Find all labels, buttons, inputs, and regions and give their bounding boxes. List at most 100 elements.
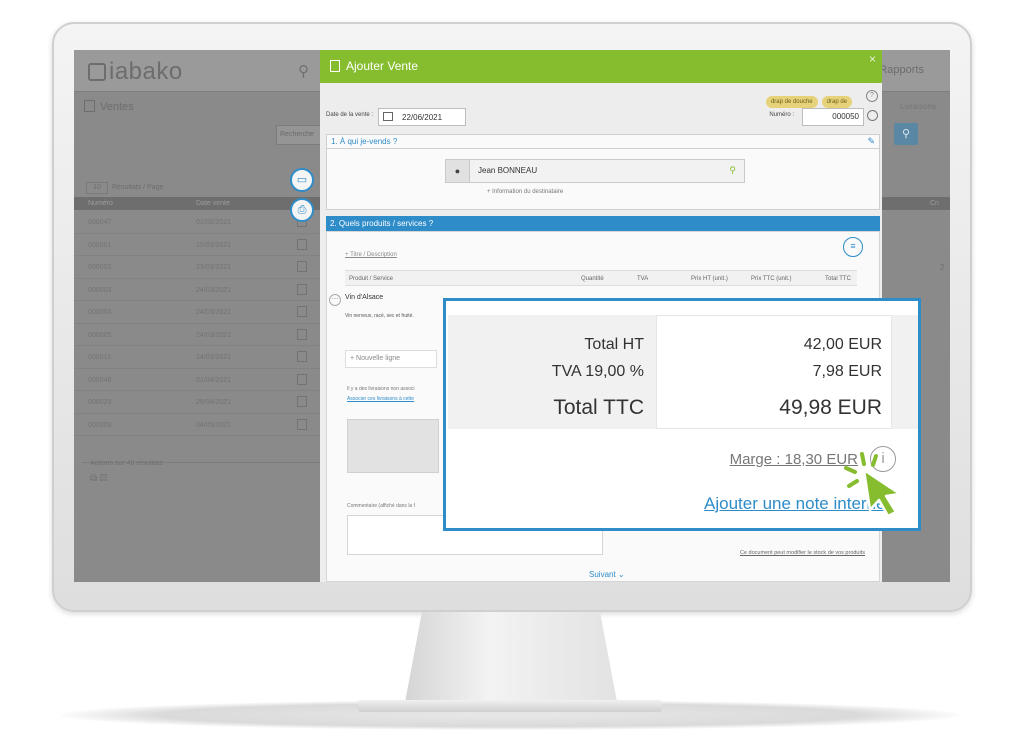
- user-icon[interactable]: ⚲: [298, 62, 309, 80]
- col-prix-ttc: Prix TTC (unit.): [751, 276, 792, 282]
- col-numero[interactable]: Numéro: [88, 200, 113, 207]
- placeholder-box: [347, 419, 439, 473]
- grid-icon[interactable]: [297, 238, 307, 250]
- results-per-page-select[interactable]: 10: [86, 182, 108, 194]
- row-number: 000047: [88, 219, 112, 226]
- tva-value: 7,98 EUR: [812, 363, 882, 380]
- row-date: 29/04/2021: [196, 399, 232, 406]
- numero-field[interactable]: 000050: [802, 108, 864, 126]
- total-ht-value: 42,00 EUR: [803, 336, 882, 353]
- menu-icon[interactable]: ≡: [843, 237, 863, 257]
- row-date: 01/04/2021: [196, 376, 232, 384]
- client-field[interactable]: ● Jean BONNEAU ⚲: [445, 159, 745, 183]
- logo[interactable]: iabako: [88, 58, 183, 86]
- modal-title: Ajouter Vente: [346, 59, 419, 73]
- info-destinataire-link[interactable]: + Information du destinataire: [487, 189, 563, 195]
- results-per-page-label: Résultats / Page: [112, 184, 164, 191]
- col-tva: TVA: [637, 276, 649, 282]
- marge-link[interactable]: Marge : 18,30 EUR: [730, 451, 858, 468]
- search-button[interactable]: ⚲: [894, 123, 918, 145]
- col-prix-ht: Prix HT (unit.): [691, 276, 728, 282]
- row-date: 24/03/2021: [196, 286, 232, 294]
- col-date[interactable]: Date vente: [196, 200, 230, 207]
- side-number: 2: [940, 263, 945, 272]
- row-options-icon[interactable]: ⋯: [329, 294, 341, 306]
- table-row[interactable]: 000048 01/04/2021: [74, 369, 324, 391]
- col-cn[interactable]: Cn: [930, 200, 939, 207]
- date-field[interactable]: 22/06/2021: [378, 108, 466, 126]
- row-number: 000029: [88, 399, 112, 406]
- pencil-icon[interactable]: ✎: [867, 136, 875, 147]
- section-client: 1. À qui je-vends ? ✎ ● Jean BONNEAU ⚲ + …: [326, 134, 880, 210]
- totals-panel: Total HT 42,00 EUR TVA 19,00 % 7,98 EUR …: [448, 315, 918, 429]
- tag[interactable]: drap de: [821, 96, 852, 108]
- logo-icon: [88, 63, 106, 81]
- table-row[interactable]: 000004 24/03/2021: [74, 301, 324, 324]
- person-icon: ●: [446, 160, 470, 182]
- monitor-base: [358, 700, 662, 712]
- logo-text: iabako: [109, 58, 183, 85]
- page-title: Ventes: [84, 100, 134, 113]
- table-row[interactable]: 000047 01/02/2021: [74, 211, 324, 234]
- row-number: 000005: [88, 331, 112, 339]
- grid-icon[interactable]: [297, 373, 307, 385]
- grid-icon[interactable]: [297, 418, 307, 430]
- livraisons-notice: Il y a des livraisons non associ Associe…: [347, 384, 415, 404]
- tab-livraisons[interactable]: Livraisons: [900, 102, 936, 111]
- table-row[interactable]: 000003 24/03/2021: [74, 279, 324, 301]
- modal-header: Ajouter Vente ×: [320, 50, 882, 83]
- grid-icon[interactable]: [297, 261, 307, 272]
- grid-icon[interactable]: [297, 328, 307, 340]
- stage: iabako ⚲ Rapports Ventes Livraisons Rech…: [0, 0, 1024, 745]
- table-row[interactable]: 000002 23/03/2021: [74, 256, 324, 279]
- table-row[interactable]: 000005 24/03/2021: [74, 324, 324, 346]
- new-line-button[interactable]: + Nouvelle ligne: [345, 350, 437, 368]
- action-icons[interactable]: ⧉ ▤: [90, 473, 163, 484]
- product-name[interactable]: Vin d'Alsace: [345, 294, 445, 301]
- row-number: 000011: [88, 354, 111, 361]
- print-icon[interactable]: ⎙: [290, 198, 314, 222]
- next-button-label: Suivant: [589, 570, 616, 579]
- chevron-down-icon: ⌄: [617, 570, 625, 579]
- menu-rapports[interactable]: Rapports: [879, 64, 924, 76]
- row-date: 23/03/2021: [196, 264, 232, 271]
- col-produit: Produit / Service: [349, 276, 394, 282]
- product-row: Vin d'Alsace Vin nerveux, racé, sec et f…: [345, 290, 445, 338]
- gear-icon[interactable]: [867, 110, 878, 121]
- grid-icon[interactable]: [297, 396, 307, 407]
- help-icon[interactable]: ?: [866, 90, 878, 102]
- sales-table-body: 000047 01/02/2021 000001 15/03/2021 000002 23…: [74, 211, 324, 436]
- section-products-title: 2. Quels produits / services ?: [326, 216, 880, 231]
- row-date: 01/02/2021: [196, 219, 232, 226]
- livraisons-text: Il y a des livraisons non associ: [347, 386, 415, 392]
- monitor-neck: [405, 612, 617, 702]
- search-icon[interactable]: ⚲: [729, 165, 736, 176]
- close-icon[interactable]: ×: [869, 52, 876, 66]
- col-total-ttc: Total TTC: [825, 276, 851, 282]
- next-button[interactable]: Suivant ⌄: [589, 570, 625, 579]
- table-row[interactable]: 000011 24/03/2021: [74, 346, 324, 369]
- product-description[interactable]: Vin nerveux, racé, sec et fruité.: [345, 313, 445, 319]
- table-row[interactable]: 000001 15/03/2021: [74, 234, 324, 256]
- grid-icon[interactable]: [297, 283, 307, 295]
- livraisons-link[interactable]: Associer ces livraisons à cette: [347, 394, 415, 404]
- row-date: 24/03/2021: [196, 331, 232, 339]
- filter-input[interactable]: Recherche: [276, 125, 322, 145]
- grid-icon[interactable]: [297, 351, 307, 362]
- row-number: 000001: [88, 241, 112, 249]
- row-number: 000004: [88, 309, 112, 316]
- comment-label: Commentaire (affiché dans la f: [347, 503, 415, 509]
- section-client-title: 1. À qui je-vends ? ✎: [327, 135, 879, 149]
- search-icon: ⚲: [901, 128, 911, 140]
- table-row[interactable]: 000009 04/05/2021: [74, 414, 324, 436]
- document-icon[interactable]: ▭: [290, 168, 314, 192]
- calendar-icon: [383, 112, 393, 121]
- grid-icon[interactable]: [297, 306, 307, 317]
- titre-description-link[interactable]: + Titre / Description: [345, 252, 397, 258]
- actions-label: Actions sur 40 résultats ⧉ ▤: [90, 460, 163, 484]
- table-row[interactable]: 000029 29/04/2021: [74, 391, 324, 414]
- stock-note-link[interactable]: Ce document peut modifier le stock de vo…: [740, 550, 865, 556]
- tag[interactable]: drap de douche: [765, 96, 818, 108]
- date-value: 22/06/2021: [402, 113, 443, 122]
- total-ht-label: Total HT: [584, 336, 644, 353]
